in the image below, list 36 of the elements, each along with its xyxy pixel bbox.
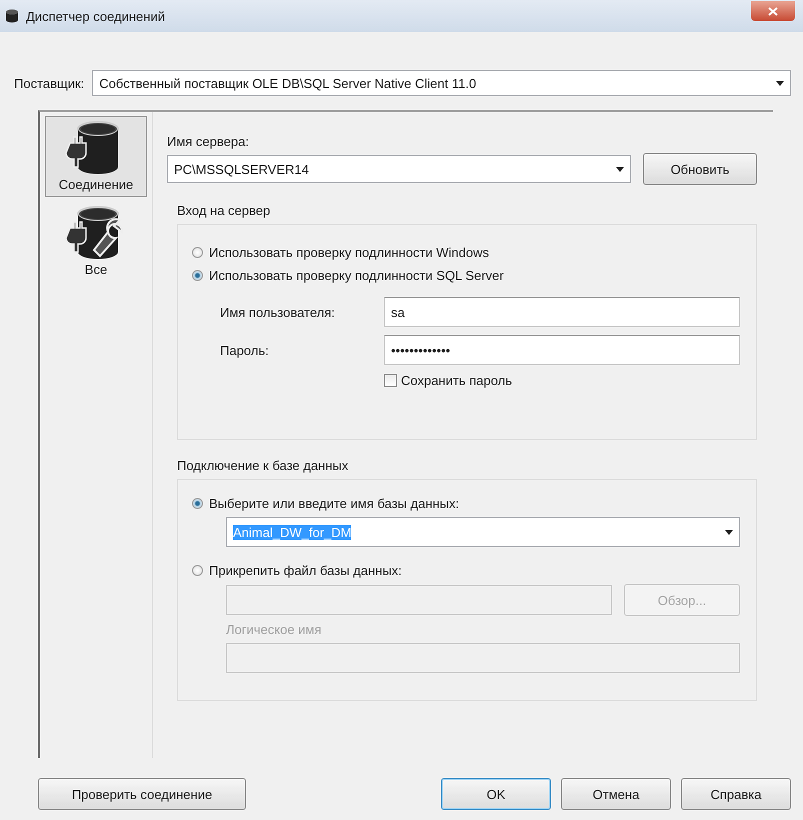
group-title: Подключение к базе данных xyxy=(177,454,757,480)
close-button[interactable] xyxy=(751,1,795,21)
checkbox[interactable] xyxy=(384,374,397,387)
group-title: Вход на сервер xyxy=(177,199,757,225)
checkbox-label: Сохранить пароль xyxy=(401,373,512,388)
radio-button[interactable] xyxy=(192,565,203,576)
database-icon xyxy=(6,9,18,23)
radio-button[interactable] xyxy=(192,498,203,509)
window-title: Диспетчер соединений xyxy=(26,8,166,24)
sidebar-item[interactable]: Соединение xyxy=(45,116,147,197)
radio-option[interactable]: Выберите или введите имя базы данных: xyxy=(192,496,740,511)
dialog-button[interactable]: Отмена xyxy=(561,778,671,810)
server-name-dropdown[interactable]: PC\MSSQLSERVER14 xyxy=(167,155,631,183)
field-label: Имя пользователя: xyxy=(220,304,336,320)
dropdown-arrow-icon[interactable] xyxy=(776,80,784,86)
server-name-label: Имя сервера: xyxy=(167,134,250,149)
close-icon xyxy=(768,6,778,16)
radio-button[interactable] xyxy=(192,270,203,281)
radio-button[interactable] xyxy=(192,247,203,258)
dialog-button[interactable]: Справка xyxy=(681,778,791,810)
dropdown-arrow-icon[interactable] xyxy=(616,166,624,172)
refresh-button[interactable]: Обновить xyxy=(643,153,757,185)
password-field[interactable]: ••••••••••••• xyxy=(384,335,740,365)
dialog-button[interactable]: OK xyxy=(441,778,551,810)
dropdown-arrow-icon[interactable] xyxy=(725,530,733,534)
logical-name-field[interactable] xyxy=(226,643,740,673)
sidebar-item[interactable]: Все xyxy=(45,201,147,282)
provider-dropdown[interactable]: Собственный поставщик OLE DB\SQL Server Native Client 11.0 xyxy=(92,70,791,96)
field-label: Пароль: xyxy=(220,342,270,358)
radio-option[interactable]: Использовать проверку подлинности Windows xyxy=(192,245,740,260)
radio-option[interactable]: Прикрепить файл базы данных: xyxy=(192,563,740,578)
test-connection-button[interactable]: Проверить соединение xyxy=(38,778,246,810)
logical-name-label: Логическое имя xyxy=(225,622,322,637)
radio-option[interactable]: Использовать проверку подлинности SQL Server xyxy=(192,268,740,283)
provider-label: Поставщик: xyxy=(14,76,84,90)
username-field[interactable]: sa xyxy=(384,297,740,327)
